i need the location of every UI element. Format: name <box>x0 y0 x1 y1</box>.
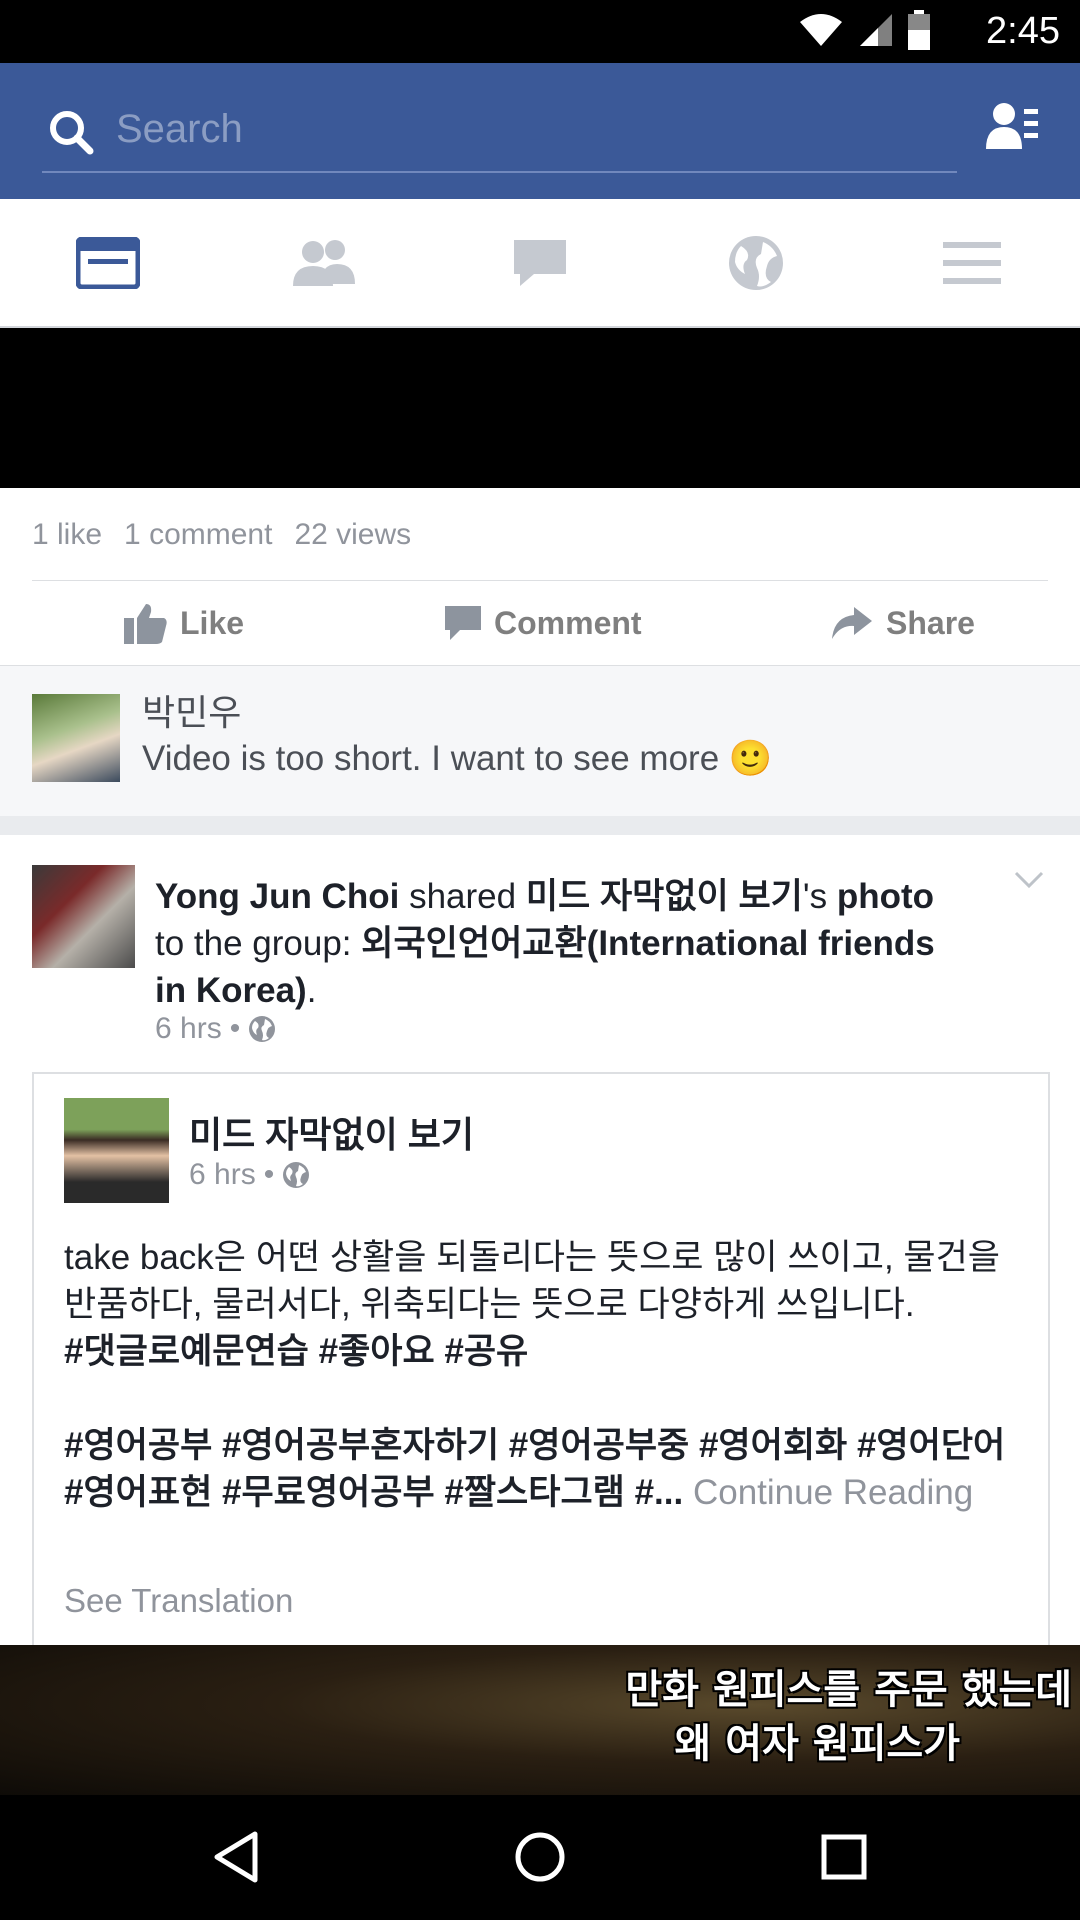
news-feed-icon <box>76 237 140 289</box>
battery-icon <box>908 9 930 55</box>
hashtags[interactable]: #댓글로예문연습 #좋아요 #공유 <box>64 1328 1024 1375</box>
comment: 박민우 Video is too short. I want to see mo… <box>0 665 1080 816</box>
tab-friends[interactable] <box>284 231 364 295</box>
wifi-icon <box>798 12 844 53</box>
chevron-down-icon[interactable] <box>1014 871 1044 894</box>
post-body: take back은 어떤 상활을 되돌리다는 뜻으로 많이 쓰이고, 물건을 … <box>64 1234 1024 1516</box>
divider <box>32 580 1048 581</box>
post-meta: 6 hrs • <box>155 1012 276 1046</box>
period: . <box>306 971 317 1010</box>
clock: 2:45 <box>986 10 1060 52</box>
video-player[interactable] <box>0 328 1080 488</box>
recents-button[interactable] <box>814 1827 874 1887</box>
status-bar: 2:45 <box>0 0 1080 63</box>
post-time[interactable]: 6 hrs <box>189 1158 256 1192</box>
home-icon <box>515 1832 565 1882</box>
signal-icon <box>858 12 894 53</box>
messages-icon <box>514 240 566 286</box>
view-count: 22 views <box>294 518 412 551</box>
sharer-name[interactable]: Yong Jun Choi <box>155 877 399 916</box>
continue-reading-link[interactable]: Continue Reading <box>693 1473 973 1512</box>
share-headline: Yong Jun Choi shared 미드 자막없이 보기's photo … <box>155 873 965 1014</box>
see-translation-link[interactable]: See Translation <box>64 1582 293 1620</box>
top-bar: Search <box>0 63 1080 199</box>
recents-icon <box>821 1834 867 1880</box>
avatar[interactable] <box>32 694 120 782</box>
thumbs-up-icon <box>124 604 167 644</box>
comment-button[interactable]: Comment <box>444 598 642 648</box>
like-count: 1 like <box>32 518 103 551</box>
image-subtitle: 만화 원피스를 주문 했는데 <box>625 1667 1072 1713</box>
search-icon <box>50 111 94 155</box>
share-icon <box>832 607 872 639</box>
comment-count: 1 comment <box>124 518 273 551</box>
back-icon <box>214 1831 258 1883</box>
shared-post: Yong Jun Choi shared 미드 자막없이 보기's photo … <box>0 835 1080 1674</box>
comment-label: Comment <box>494 604 642 641</box>
post-time[interactable]: 6 hrs <box>155 1012 222 1046</box>
share-label: Share <box>886 604 975 641</box>
to-group: to the group: <box>155 924 352 963</box>
page-name[interactable]: 미드 자막없이 보기 <box>189 1106 474 1158</box>
home-button[interactable] <box>510 1827 570 1887</box>
navigation-bar <box>0 1795 1080 1920</box>
shared-content[interactable]: 미드 자막없이 보기 6 hrs • take back은 어떤 상활을 되돌리… <box>32 1072 1050 1674</box>
tab-messages[interactable] <box>500 231 580 295</box>
comment-text: Video is too short. I want to see more 🙂 <box>142 739 773 778</box>
image-subtitle: 왜 여자 원피스가 <box>674 1721 960 1767</box>
back-button[interactable] <box>206 1827 266 1887</box>
globe-icon <box>249 1016 276 1042</box>
meta-dot: • <box>263 1158 275 1191</box>
tab-more[interactable] <box>932 231 1012 295</box>
tab-bar <box>0 199 1080 328</box>
photo-link[interactable]: photo <box>837 877 934 916</box>
avatar[interactable] <box>32 865 135 968</box>
friends-icon <box>293 240 355 286</box>
tab-news-feed[interactable] <box>68 231 148 295</box>
post-image[interactable]: 만화 원피스를 주문 했는데 왜 여자 원피스가 <box>0 1645 1080 1795</box>
like-label: Like <box>180 604 245 641</box>
page-link[interactable]: 미드 자막없이 보기 <box>526 877 803 916</box>
avatar[interactable] <box>64 1098 169 1203</box>
friend-requests-icon[interactable] <box>986 101 1040 156</box>
post-text: take back은 어떤 상활을 되돌리다는 뜻으로 많이 쓰이고, 물건을 … <box>64 1238 1001 1324</box>
tab-notifications[interactable] <box>716 231 796 295</box>
globe-icon <box>729 236 783 290</box>
menu-icon <box>943 242 1001 284</box>
post-meta: 6 hrs • <box>189 1158 310 1192</box>
like-button[interactable]: Like <box>124 598 244 648</box>
comment-author[interactable]: 박민우 <box>142 684 241 736</box>
post-stats[interactable]: 1 like 1 comment 22 views <box>32 518 433 552</box>
possessive: 's <box>802 877 828 916</box>
search-input[interactable]: Search <box>42 93 957 173</box>
search-placeholder: Search <box>116 107 243 151</box>
share-button[interactable]: Share <box>830 598 975 648</box>
post-footer: 1 like 1 comment 22 views Like Comment Sha… <box>0 488 1080 665</box>
globe-icon <box>283 1162 310 1188</box>
meta-dot: • <box>229 1012 241 1045</box>
comment-icon <box>445 606 481 640</box>
shared-word: shared <box>409 877 517 916</box>
